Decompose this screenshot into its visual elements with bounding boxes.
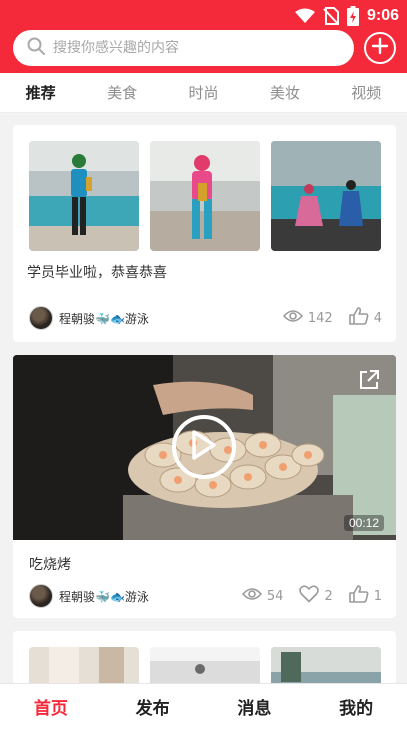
post-image[interactable] [271, 141, 381, 251]
views-count: 54 [266, 588, 284, 604]
author-name[interactable]: 程朝骏🐳🐟游泳 [59, 588, 149, 605]
nav-profile[interactable]: 我的 [316, 694, 396, 719]
post-stats: 142 4 [273, 307, 382, 329]
status-bar: 9:06 [294, 5, 399, 27]
post-image[interactable] [29, 141, 139, 251]
post-card[interactable] [13, 631, 396, 683]
thumbs-up-icon [348, 307, 369, 329]
like-button[interactable]: 1 [348, 585, 382, 607]
wifi-icon [294, 8, 315, 24]
nav-messages[interactable]: 消息 [214, 694, 294, 719]
favorites-count: 2 [324, 588, 333, 604]
avatar[interactable] [29, 584, 53, 608]
post-meta: 程朝骏🐳🐟游泳 54 2 1 [29, 583, 382, 609]
nav-publish[interactable]: 发布 [113, 694, 193, 719]
video-post-card[interactable]: 00:12 吃烧烤 程朝骏🐳🐟游泳 54 2 1 [13, 355, 396, 618]
views-count: 142 [307, 310, 333, 326]
feed[interactable]: 学员毕业啦，恭喜恭喜 程朝骏🐳🐟游泳 142 4 00:12 吃烧烤 程朝骏🐳🐟… [0, 113, 407, 683]
play-icon [191, 430, 217, 464]
tab-food[interactable]: 美食 [82, 82, 162, 103]
tab-recommend[interactable]: 推荐 [1, 82, 81, 103]
tab-video[interactable]: 视频 [326, 82, 406, 103]
post-image[interactable] [150, 141, 260, 251]
bottom-nav: 首页 发布 消息 我的 [0, 683, 407, 729]
post-stats: 54 2 1 [232, 585, 382, 607]
favorite-button[interactable]: 2 [299, 585, 333, 607]
app-header: 9:06 [0, 0, 407, 73]
search-input[interactable] [53, 40, 313, 56]
tab-fashion[interactable]: 时尚 [163, 82, 243, 103]
post-image[interactable] [271, 647, 381, 683]
no-sim-icon [323, 7, 339, 25]
tab-makeup[interactable]: 美妆 [245, 82, 325, 103]
search-icon [27, 37, 45, 59]
add-button[interactable] [364, 32, 396, 64]
post-meta: 程朝骏🐳🐟游泳 142 4 [29, 305, 382, 331]
views-stat: 54 [241, 587, 284, 605]
avatar[interactable] [29, 306, 53, 330]
play-button[interactable] [172, 415, 236, 479]
status-time: 9:06 [366, 7, 399, 24]
video-thumbnail[interactable]: 00:12 [13, 355, 396, 540]
likes-count: 4 [373, 310, 382, 326]
post-card[interactable]: 学员毕业啦，恭喜恭喜 程朝骏🐳🐟游泳 142 4 [13, 125, 396, 342]
post-caption: 吃烧烤 [29, 557, 71, 573]
heart-icon [299, 585, 320, 607]
thumbs-up-icon [348, 585, 369, 607]
views-stat: 142 [282, 309, 333, 327]
post-images [29, 647, 381, 683]
share-icon[interactable] [358, 369, 380, 395]
search-bar[interactable] [13, 30, 354, 66]
post-image[interactable] [150, 647, 260, 683]
likes-count: 1 [373, 588, 382, 604]
video-duration: 00:12 [343, 515, 384, 531]
post-images [29, 141, 381, 251]
nav-home[interactable]: 首页 [11, 694, 91, 719]
eye-icon [241, 587, 262, 605]
add-icon [371, 37, 389, 59]
post-image[interactable] [29, 647, 139, 683]
eye-icon [282, 309, 303, 327]
like-button[interactable]: 4 [348, 307, 382, 329]
author-name[interactable]: 程朝骏🐳🐟游泳 [59, 310, 149, 327]
post-caption: 学员毕业啦，恭喜恭喜 [27, 265, 167, 281]
battery-charging-icon [346, 6, 359, 26]
category-tabs: 推荐 美食 时尚 美妆 视频 [0, 73, 407, 113]
